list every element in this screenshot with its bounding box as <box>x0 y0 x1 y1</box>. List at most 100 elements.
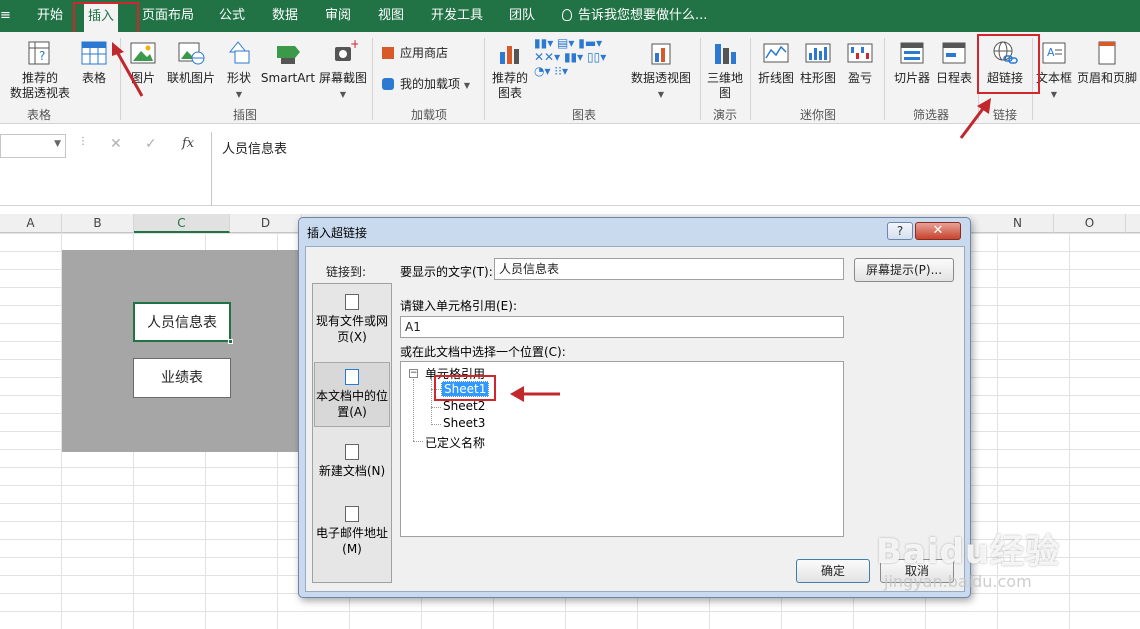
timeline-icon <box>942 42 966 64</box>
column-label: 柱形图 <box>799 71 836 85</box>
chevron-down-icon: ▼ <box>54 139 61 149</box>
winloss-sparkline-icon <box>847 43 873 63</box>
chart-type-grid[interactable]: ▮▮▾ ▤▾ ▮▬▾ ✕✕▾ ▮▮▾ ▯▯▾ ◔▾ ⁝⁝▾ <box>534 36 606 78</box>
group-separator <box>700 38 701 120</box>
shapes-button[interactable]: 形状 ▼ <box>222 38 256 102</box>
group-separator <box>750 38 751 120</box>
sparkline-column-button[interactable]: 柱形图 <box>798 38 838 86</box>
watermark-brand: Baidu经验 <box>876 532 1061 572</box>
lightbulb-icon <box>562 9 572 21</box>
table-button[interactable]: 表格 <box>76 38 112 86</box>
column-header-o[interactable]: O <box>1054 214 1126 233</box>
link-email-option[interactable]: 电子邮件地址 (M) <box>313 506 391 557</box>
help-button[interactable]: ? <box>887 222 913 240</box>
ok-button[interactable]: 确定 <box>796 559 870 583</box>
timeline-button[interactable]: 日程表 <box>934 38 974 86</box>
arrow-to-insert-tab-icon <box>112 42 144 97</box>
slicer-button[interactable]: 切片器 <box>890 38 934 86</box>
baidu-jingyan-watermark: Baidu经验 jingyan.baidu.com <box>876 524 1061 591</box>
group-separator <box>372 38 373 120</box>
link-new-document-option[interactable]: 新建文档(N) <box>313 444 391 479</box>
link-option-label: 本文档中的位 置(A) <box>315 389 388 419</box>
link-place-in-document-option[interactable]: 本文档中的位 置(A) <box>314 362 390 427</box>
link-existing-file-option[interactable]: 现有文件或网 页(X) <box>313 294 391 345</box>
app-store-button[interactable]: 应用商店 <box>382 44 448 61</box>
my-addins-button[interactable]: 我的加载项 ▼ <box>382 75 470 92</box>
link-to-panel: 现有文件或网 页(X) 本文档中的位 置(A) 新建文档(N) 电子邮件地址 (… <box>312 283 392 583</box>
tree-connector <box>431 407 441 408</box>
textbox-button[interactable]: A 文本框 ▼ <box>1034 38 1074 102</box>
tree-node-sheet2[interactable]: Sheet2 <box>443 399 485 413</box>
tab-home[interactable]: 开始 <box>37 0 63 32</box>
svg-text:+: + <box>350 38 358 51</box>
formula-bar-grip-icon: ⋮ <box>78 136 88 147</box>
sparkline-line-button[interactable]: 折线图 <box>756 38 796 86</box>
tree-node-defined-names[interactable]: 已定义名称 <box>425 434 485 451</box>
resize-handle[interactable] <box>228 339 233 344</box>
line-label: 折线图 <box>757 71 794 85</box>
column-header-d[interactable]: D <box>230 214 302 233</box>
tree-node-sheet3[interactable]: Sheet3 <box>443 416 485 430</box>
cell-reference-label: 请键入单元格引用(E): <box>400 299 517 313</box>
group-label-filters: 筛选器 <box>913 108 950 122</box>
group-label-tables: 表格 <box>27 108 52 122</box>
header-footer-button[interactable]: 页眉和页脚 <box>1076 38 1138 86</box>
tab-view[interactable]: 视图 <box>378 0 404 32</box>
sheet1-highlight-box <box>434 375 496 401</box>
column-header-n[interactable]: N <box>982 214 1054 233</box>
name-box[interactable]: ▼ <box>0 134 66 158</box>
pivot-chart-button[interactable]: 数据透视图 ▼ <box>630 38 692 102</box>
3d-map-button[interactable]: 三维地 图 <box>704 38 746 101</box>
screentip-button[interactable]: 屏幕提示(P)... <box>854 258 954 282</box>
screenshot-label: 屏幕截图 <box>318 71 367 85</box>
store-icon <box>382 47 394 59</box>
arrow-to-hyperlink-icon <box>959 98 991 139</box>
display-text-input[interactable]: 人员信息表 <box>494 258 844 280</box>
column-header-a[interactable]: A <box>0 214 62 233</box>
performance-shape-button[interactable]: 业绩表 <box>133 358 231 398</box>
cancel-formula-icon[interactable]: ✕ <box>110 136 122 152</box>
pivot-chart-label: 数据透视图 <box>630 71 691 85</box>
app-store-label: 应用商店 <box>400 46 449 60</box>
tab-formulas[interactable]: 公式 <box>219 0 245 32</box>
my-addins-label: 我的加载项 <box>400 77 461 91</box>
enter-formula-icon[interactable]: ✓ <box>145 136 157 152</box>
column-header-c[interactable]: C <box>134 214 230 233</box>
formula-input[interactable]: 人员信息表 <box>211 132 1140 206</box>
tab-file-partial[interactable]: ≡ <box>0 0 11 32</box>
group-separator <box>484 38 485 120</box>
winloss-label: 盈亏 <box>847 71 872 85</box>
tab-developer[interactable]: 开发工具 <box>431 0 483 32</box>
recommended-charts-button[interactable]: 推荐的 图表 <box>490 38 530 101</box>
tab-page-layout[interactable]: 页面布局 <box>142 0 194 32</box>
recommended-pivot-label: 推荐的 数据透视表 <box>9 71 70 100</box>
hyperlink-highlight-box <box>977 34 1040 94</box>
people-info-shape-button[interactable]: 人员信息表 <box>133 302 231 342</box>
dialog-title: 插入超链接 <box>307 226 368 240</box>
tab-review[interactable]: 审阅 <box>325 0 351 32</box>
header-footer-label: 页眉和页脚 <box>1076 71 1137 85</box>
screenshot-button[interactable]: + 屏幕截图 ▼ <box>316 38 370 102</box>
column-sparkline-icon <box>805 43 831 63</box>
sparkline-winloss-button[interactable]: 盈亏 <box>842 38 878 86</box>
online-picture-button[interactable]: 联机图片 <box>164 38 218 86</box>
close-button[interactable]: ✕ <box>915 222 961 240</box>
textbox-label: 文本框 <box>1035 71 1072 85</box>
web-page-icon <box>345 294 359 310</box>
insert-function-icon[interactable]: fx <box>182 136 194 151</box>
cell-reference-input[interactable]: A1 <box>400 316 844 338</box>
chevron-down-icon: ▼ <box>463 81 470 90</box>
document-place-icon <box>345 369 359 385</box>
link-option-label: 新建文档(N) <box>318 464 386 478</box>
smartart-button[interactable]: SmartArt <box>260 38 316 86</box>
tree-connector <box>431 379 432 425</box>
smartart-label: SmartArt <box>260 71 316 85</box>
collapse-icon[interactable]: − <box>409 369 418 378</box>
recommended-pivot-button[interactable]: ? 推荐的 数据透视表 <box>8 38 72 101</box>
tell-me-search[interactable]: 告诉我您想要做什么... <box>562 0 707 32</box>
tab-team[interactable]: 团队 <box>509 0 535 32</box>
column-header-b[interactable]: B <box>62 214 134 233</box>
tab-data[interactable]: 数据 <box>272 0 298 32</box>
table-icon <box>81 41 107 65</box>
3d-map-label: 三维地 图 <box>706 71 743 100</box>
